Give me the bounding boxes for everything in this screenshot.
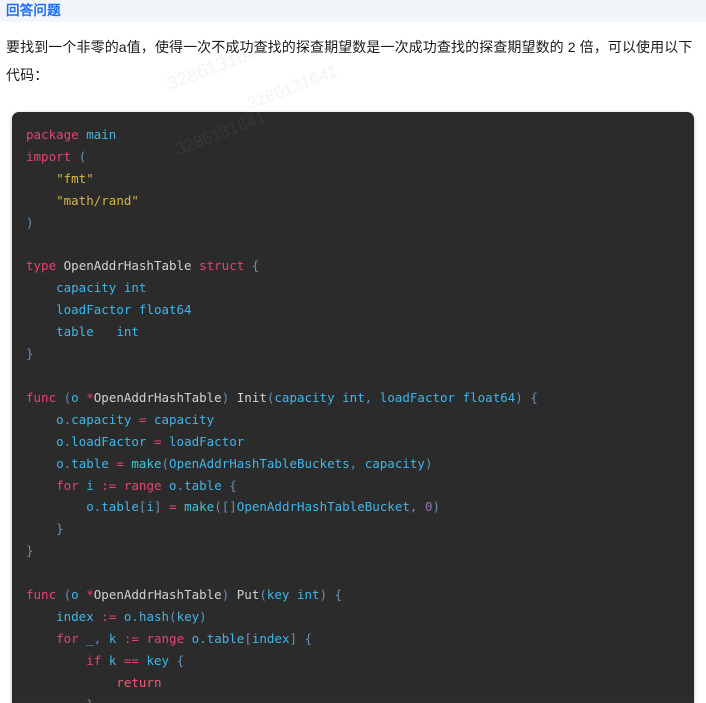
answer-paragraph: 要找到一个非零的a值，使得一次不成功查找的探查期望数是一次成功查找的探查期望数的… <box>6 39 693 83</box>
page-title: 回答问题 <box>6 3 61 18</box>
section-header-bar: 回答问题 <box>0 0 706 22</box>
code-block[interactable]: package main import ( "fmt" "math/rand" … <box>12 112 694 703</box>
answer-question-panel: 回答问题 要找到一个非零的a值，使得一次不成功查找的探查期望数是一次成功查找的探… <box>0 0 706 703</box>
code-listing: package main import ( "fmt" "math/rand" … <box>26 127 538 703</box>
answer-body: 要找到一个非零的a值，使得一次不成功查找的探查期望数是一次成功查找的探查期望数的… <box>0 22 706 703</box>
code-content: package main import ( "fmt" "math/rand" … <box>12 112 694 703</box>
